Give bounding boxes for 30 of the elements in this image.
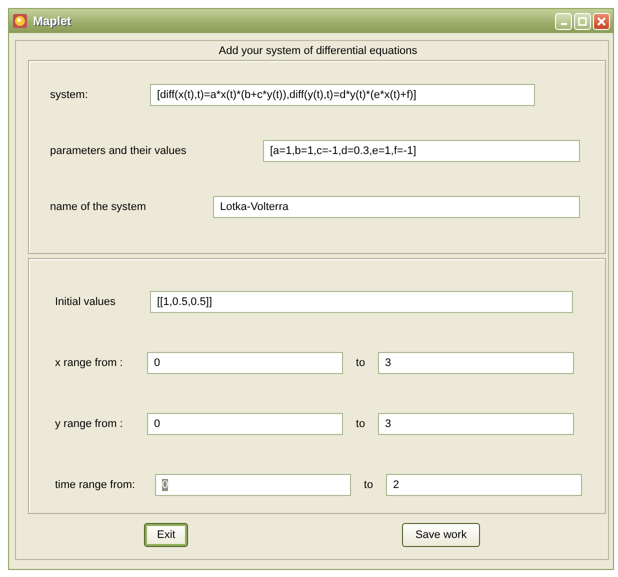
input-field[interactable]: 0: [147, 413, 343, 435]
app-icon: [12, 13, 28, 29]
section-heading: Add your system of differential equations: [218, 45, 418, 57]
field-label: Initial values: [55, 296, 117, 308]
field-label: time range from:: [55, 479, 136, 491]
field-label: system:: [50, 89, 89, 101]
close-icon: [596, 16, 607, 26]
exit-button[interactable]: Exit: [144, 523, 188, 547]
maximize-button[interactable]: [574, 12, 591, 30]
field-label: to: [362, 479, 374, 491]
minimize-icon: [560, 22, 566, 24]
field-label: parameters and their values: [50, 145, 188, 157]
minimize-button[interactable]: [555, 12, 572, 30]
input-field[interactable]: [diff(x(t),t)=a*x(t)*(b+c*y(t)),diff(y(t),t)=d*y(t)*(e*x(t)+f)]: [150, 84, 535, 106]
field-label: name of the system: [50, 201, 147, 213]
maximize-icon: [577, 16, 588, 26]
field-label: y range from :: [55, 418, 124, 430]
field-label: x range from :: [55, 357, 124, 369]
input-field[interactable]: [a=1,b=1,c=-1,d=0.3,e=1,f=-1]: [263, 140, 580, 162]
field-label: to: [354, 357, 366, 369]
field-label: to: [354, 418, 366, 430]
input-field[interactable]: Lotka-Volterra: [213, 196, 580, 218]
input-field[interactable]: 3: [378, 413, 574, 435]
input-field[interactable]: [[1,0.5,0.5]]: [150, 291, 573, 313]
input-field[interactable]: 0: [147, 352, 343, 374]
input-field[interactable]: 3: [378, 352, 574, 374]
close-button[interactable]: [593, 12, 610, 30]
window-title: Maplet: [33, 14, 72, 28]
input-field[interactable]: 2: [386, 474, 582, 496]
save-button[interactable]: Save work: [402, 523, 480, 547]
